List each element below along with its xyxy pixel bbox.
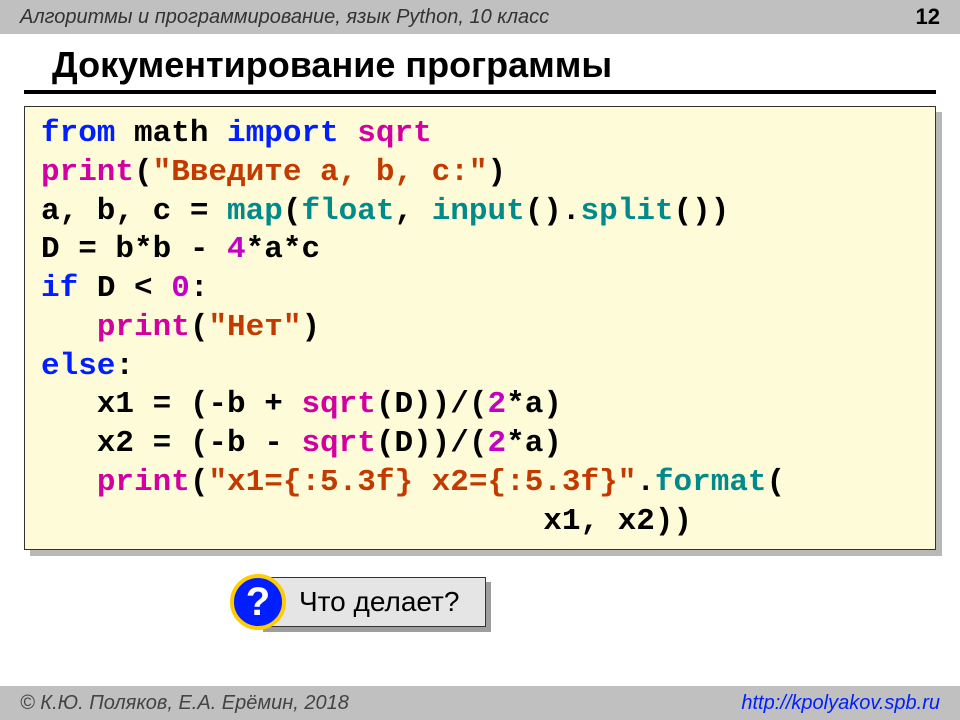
footer-url: http://kpolyakov.spb.ru	[741, 692, 940, 715]
slide-title: Документирование программы	[24, 34, 936, 94]
footer-copyright: © К.Ю. Поляков, Е.А. Ерёмин, 2018	[20, 692, 349, 715]
code-line-1: from math import sqrt	[41, 115, 919, 154]
code-line-3: a, b, c = map(float, input().split())	[41, 193, 919, 232]
code-line-10: print("x1={:5.3f} x2={:5.3f}".format(	[41, 464, 919, 503]
course-text: Алгоритмы и программирование, язык Pytho…	[20, 6, 549, 29]
footer-bar: © К.Ю. Поляков, Е.А. Ерёмин, 2018 http:/…	[0, 686, 960, 720]
code-line-2: print("Введите a, b, c:")	[41, 154, 919, 193]
page-number: 12	[916, 4, 940, 30]
code-line-8: x1 = (-b + sqrt(D))/(2*a)	[41, 386, 919, 425]
code-line-7: else:	[41, 348, 919, 387]
code-line-9: x2 = (-b - sqrt(D))/(2*a)	[41, 425, 919, 464]
code-box: from math import sqrt print("Введите a, …	[24, 106, 936, 550]
code-line-4: D = b*b - 4*a*c	[41, 231, 919, 270]
header-bar: Алгоритмы и программирование, язык Pytho…	[0, 0, 960, 34]
question-text: Что делает?	[258, 577, 486, 627]
question-row: ? Что делает?	[230, 574, 960, 630]
code-line-6: print("Нет")	[41, 309, 919, 348]
code-line-5: if D < 0:	[41, 270, 919, 309]
question-badge-icon: ?	[230, 574, 286, 630]
code-line-11: x1, x2))	[41, 503, 919, 542]
